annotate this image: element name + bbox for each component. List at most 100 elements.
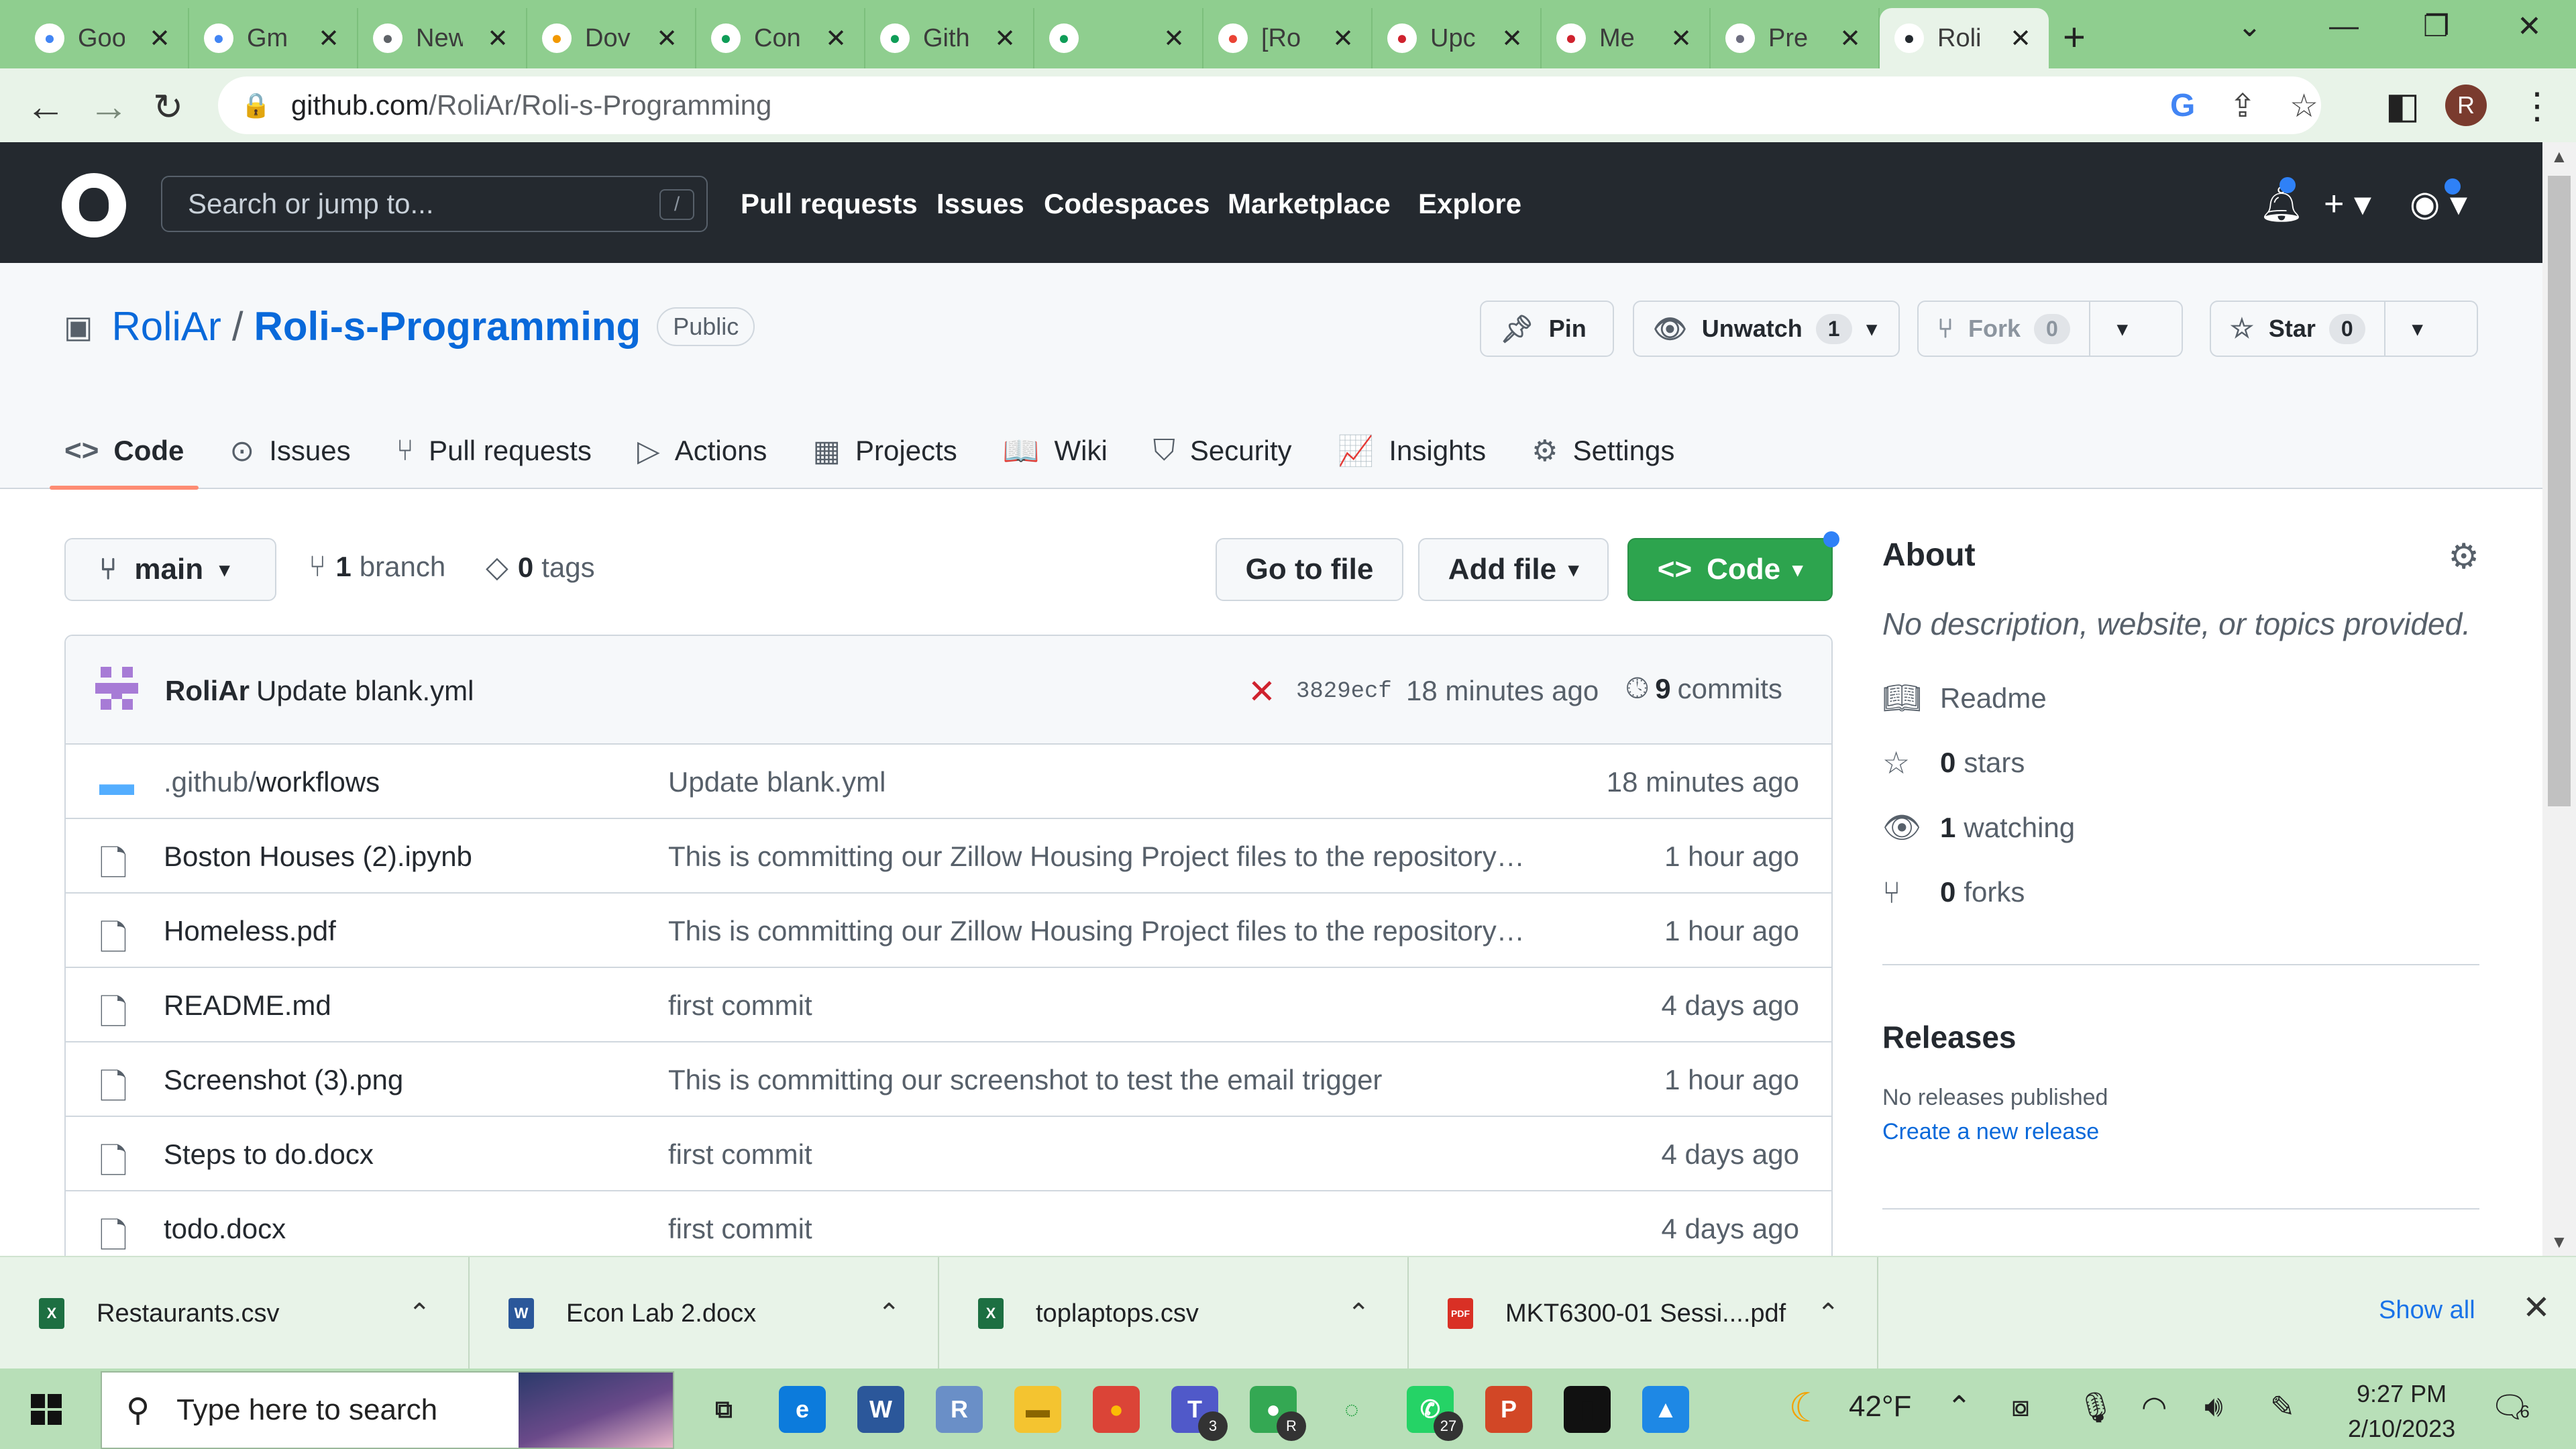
photos-icon[interactable]: ▲	[1642, 1386, 1689, 1433]
chevron-up-icon[interactable]: ⌃	[1817, 1298, 1839, 1329]
branch-select-button[interactable]: ⑂ main ▾	[64, 538, 276, 601]
scrollbar-thumb[interactable]	[2548, 176, 2571, 806]
tab-settings[interactable]: ⚙ Settings	[1532, 417, 1674, 484]
tags-link[interactable]: ◇ 0 tags	[486, 550, 595, 584]
commit-message[interactable]: RoliAr Update blank.yml	[165, 675, 474, 707]
nav-pull-requests[interactable]: Pull requests	[741, 188, 918, 220]
close-tab-icon[interactable]: ✕	[825, 23, 847, 54]
browser-tab[interactable]: ● Me ✕	[1542, 8, 1711, 68]
close-tab-icon[interactable]: ✕	[1163, 23, 1185, 54]
download-item[interactable]: X Restaurants.csv ⌃	[0, 1257, 470, 1370]
commit-sha[interactable]: 3829ecf	[1296, 679, 1392, 704]
file-commit-message[interactable]: This is committing our Zillow Housing Pr…	[668, 841, 1607, 873]
show-all-downloads-button[interactable]: Show all	[2379, 1296, 2475, 1325]
close-tab-icon[interactable]: ✕	[2010, 23, 2031, 54]
profile-avatar[interactable]: R	[2445, 85, 2487, 126]
close-window-button[interactable]: ✕	[2517, 9, 2542, 44]
download-item[interactable]: PDF MKT6300-01 Sessi....pdf ⌃	[1409, 1257, 1878, 1370]
chevron-up-icon[interactable]: ⌃	[877, 1298, 900, 1329]
star-button[interactable]: ☆ Star 0	[2211, 302, 2385, 356]
weather-temperature[interactable]: 42°F	[1849, 1390, 1911, 1424]
pen-icon[interactable]: ✎	[2270, 1390, 2295, 1424]
file-name-link[interactable]: Homeless.pdf	[164, 915, 336, 947]
download-item[interactable]: W Econ Lab 2.docx ⌃	[470, 1257, 939, 1370]
browser-tab[interactable]: ● Con ✕	[696, 8, 865, 68]
search-input[interactable]: Search or jump to... /	[161, 176, 708, 232]
taskbar-search-input[interactable]: ⚲ Type here to search	[101, 1371, 674, 1449]
scroll-down-arrow-icon[interactable]: ▼	[2551, 1232, 2568, 1252]
github-logo-icon[interactable]	[62, 173, 126, 237]
repo-name-link[interactable]: Roli-s-Programming	[254, 303, 641, 350]
r-icon[interactable]: R	[936, 1386, 983, 1433]
share-icon[interactable]: ⇪	[2229, 87, 2256, 125]
tab-security[interactable]: ⛉ Security	[1153, 417, 1292, 484]
nav-explore[interactable]: Explore	[1418, 188, 1521, 220]
chrome-icon[interactable]: ●	[1093, 1386, 1140, 1433]
forward-button[interactable]: →	[89, 83, 129, 129]
close-tab-icon[interactable]: ✕	[487, 23, 508, 54]
task-view-icon[interactable]: ⧉	[700, 1386, 747, 1433]
tab-wiki[interactable]: 📖 Wiki	[1003, 417, 1108, 484]
create-release-link[interactable]: Create a new release	[1882, 1119, 2479, 1145]
download-item[interactable]: Xtoplaptops.csv ⌃	[939, 1257, 1409, 1370]
file-name-link[interactable]: Boston Houses (2).ipynb	[164, 841, 472, 873]
close-tab-icon[interactable]: ✕	[318, 23, 339, 54]
refresh-app-icon[interactable]: ◌	[1328, 1386, 1375, 1433]
file-explorer-icon[interactable]: ▬	[1014, 1386, 1061, 1433]
repo-owner-link[interactable]: RoliAr	[111, 303, 221, 350]
browser-tab[interactable]: ● Pre ✕	[1711, 8, 1880, 68]
forks-link[interactable]: ⑂ 0 forks	[1882, 874, 2479, 910]
browser-tab[interactable]: ● [Ro ✕	[1203, 8, 1373, 68]
tab-actions[interactable]: ▷ Actions	[637, 417, 767, 484]
readme-link[interactable]: 📖︎ Readme	[1882, 680, 2479, 716]
file-name-link[interactable]: todo.docx	[164, 1213, 286, 1245]
file-name-link[interactable]: README.md	[164, 989, 331, 1022]
windows-start-icon[interactable]	[31, 1394, 62, 1425]
close-tab-icon[interactable]: ✕	[994, 23, 1016, 54]
browser-tab[interactable]: ● Gm ✕	[189, 8, 358, 68]
file-name-link[interactable]: Screenshot (3).png	[164, 1064, 403, 1096]
new-tab-button[interactable]: +	[2063, 15, 2086, 60]
close-tab-icon[interactable]: ✕	[656, 23, 678, 54]
commits-history-link[interactable]: 🕓︎ 9 commits	[1626, 672, 1782, 705]
url-text[interactable]: github.com/RoliAr/Roli-s-Programming	[291, 89, 772, 121]
star-dropdown-button[interactable]: ▾	[2385, 302, 2450, 356]
pin-button[interactable]: 📌︎ Pin	[1480, 301, 1614, 357]
file-commit-message[interactable]: first commit	[668, 1213, 1607, 1245]
file-name-link[interactable]: .github/workflows	[164, 766, 380, 798]
file-commit-message[interactable]: first commit	[668, 989, 1607, 1022]
terminal-icon[interactable]: ▮	[1564, 1386, 1611, 1433]
chevron-up-icon[interactable]: ⌃	[408, 1298, 431, 1329]
browser-tab[interactable]: ● New ✕	[358, 8, 527, 68]
back-button[interactable]: ←	[25, 83, 66, 129]
releases-heading[interactable]: Releases	[1882, 1019, 2479, 1055]
file-commit-message[interactable]: first commit	[668, 1138, 1607, 1171]
restore-button[interactable]: ❐	[2423, 9, 2449, 44]
scroll-up-arrow-icon[interactable]: ▲	[2551, 146, 2568, 167]
edge-icon[interactable]: e	[779, 1386, 826, 1433]
notification-center-icon[interactable]: 🗨︎6	[2490, 1389, 2530, 1426]
close-tab-icon[interactable]: ✕	[1501, 23, 1523, 54]
weather-moon-icon[interactable]: ☾	[1788, 1385, 1825, 1432]
check-failed-icon[interactable]: ✕	[1248, 672, 1276, 711]
system-clock[interactable]: 9:27 PM 2/10/2023	[2348, 1377, 2455, 1446]
browser-tab[interactable]: ● Upc ✕	[1373, 8, 1542, 68]
browser-tab[interactable]: ● ✕	[1034, 8, 1203, 68]
chevron-up-icon[interactable]: ⌃	[1347, 1298, 1370, 1329]
tab-code[interactable]: <> Code	[49, 417, 199, 490]
branches-link[interactable]: ⑂ 1 branch	[309, 550, 445, 584]
side-panel-icon[interactable]: ◧	[2385, 85, 2420, 127]
star-button-group[interactable]: ☆ Star 0 ▾	[2210, 301, 2478, 357]
nav-issues[interactable]: Issues	[936, 188, 1024, 220]
wifi-icon[interactable]: ◠	[2141, 1390, 2167, 1424]
reload-button[interactable]: ↻	[153, 86, 183, 128]
go-to-file-button[interactable]: Go to file	[1216, 538, 1403, 601]
file-commit-message[interactable]: This is committing our Zillow Housing Pr…	[668, 915, 1607, 947]
add-file-button[interactable]: Add file ▾	[1418, 538, 1609, 601]
file-commit-message[interactable]: Update blank.yml	[668, 766, 1607, 798]
tab-insights[interactable]: 📈 Insights	[1338, 417, 1487, 484]
close-icon[interactable]: ✕	[2522, 1288, 2551, 1327]
tab-issues[interactable]: ⊙ Issues	[229, 417, 350, 484]
volume-icon[interactable]: 🔊︎	[2204, 1390, 2223, 1424]
powerpoint-icon[interactable]: P	[1485, 1386, 1532, 1433]
